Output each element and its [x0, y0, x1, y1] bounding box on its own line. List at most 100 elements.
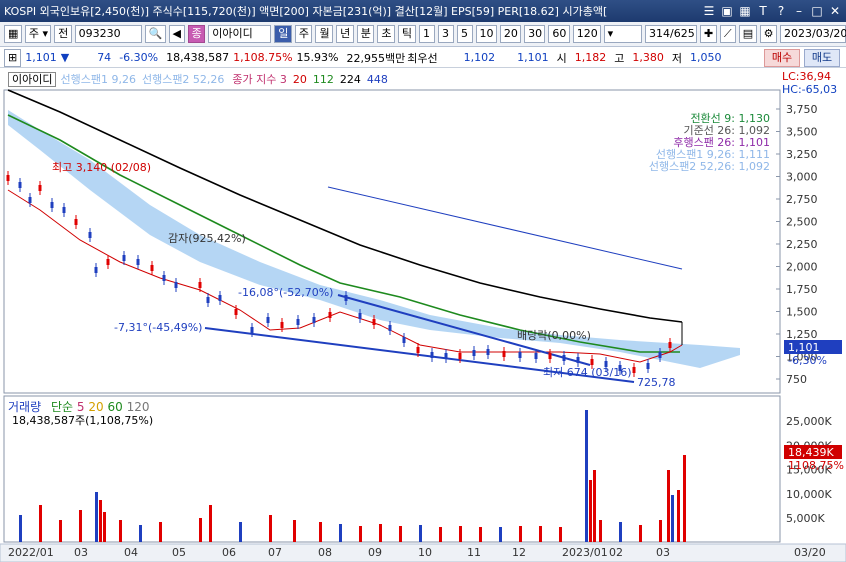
period-day[interactable]: 일: [274, 25, 292, 43]
candle-body: [388, 325, 392, 331]
period-week[interactable]: 주: [294, 25, 313, 43]
candle-body: [266, 317, 270, 323]
x-axis-right-label: 03/20: [794, 546, 826, 559]
volume-bar: [379, 524, 382, 542]
candle-body: [548, 353, 552, 359]
price-summary-bar: ⊞ 1,101 ▼ 74 -6.30% 18,438,587 1,108.75%…: [0, 48, 846, 68]
period-tick[interactable]: 틱: [397, 25, 416, 43]
candle-body: [162, 275, 166, 281]
volume-bar: [103, 512, 106, 542]
minute-10[interactable]: 10: [475, 25, 497, 43]
volume-pct-tag: 1108,75%: [788, 459, 844, 472]
volume-bar: [639, 525, 642, 542]
price-axis-label: 3,000: [786, 171, 818, 184]
tile-icon[interactable]: ▦: [737, 3, 753, 19]
candle-body: [344, 295, 348, 301]
period-year[interactable]: 년: [336, 25, 354, 43]
expand-icon[interactable]: ⊞: [4, 48, 22, 67]
volume-bar: [499, 527, 502, 542]
annotation-min: 최저 674 (03/16): [543, 366, 632, 379]
change-arrow: ▼: [60, 51, 70, 64]
volume-bar: [59, 520, 62, 542]
x-axis-label: 08: [318, 546, 332, 559]
legend-ma-224: 224: [339, 72, 361, 86]
period-month[interactable]: 월: [315, 25, 334, 43]
legend-ma-112: 112: [312, 72, 334, 86]
line-tool-icon[interactable]: ⟋: [719, 25, 736, 43]
candle-body: [150, 265, 154, 271]
volume-bar: [79, 510, 82, 542]
search-icon[interactable]: 🔍: [144, 25, 166, 43]
volume-tag-bg: [784, 445, 842, 459]
candle-body: [280, 322, 284, 328]
candle-body: [174, 282, 178, 288]
legend-stock-name[interactable]: 이아이디: [8, 71, 57, 87]
code-input[interactable]: 093230: [74, 25, 142, 43]
minute-5[interactable]: 5: [456, 25, 473, 43]
high-label: 고: [614, 51, 625, 65]
candle-body: [430, 352, 434, 358]
volume-bar: [589, 480, 592, 542]
volume-bar: [119, 520, 122, 542]
current-price-tag-bg: [784, 340, 842, 354]
volume-bar: [199, 518, 202, 542]
cursor-tool-icon[interactable]: ✚: [700, 25, 717, 43]
sell-button[interactable]: 매도: [804, 49, 840, 67]
candle-body: [576, 357, 580, 363]
buy-button[interactable]: 매수: [764, 49, 800, 67]
lc-label: LC:36,94: [782, 70, 832, 83]
volume-value: 18,438,587: [166, 51, 230, 64]
candle-body: [6, 175, 10, 181]
grid-icon[interactable]: ▦: [4, 25, 22, 43]
stock-prefix-badge: 종: [187, 25, 206, 43]
candle-body: [416, 347, 420, 353]
candle-body: [402, 337, 406, 343]
interval-select[interactable]: ▾: [603, 25, 643, 43]
minute-60[interactable]: 60: [548, 25, 570, 43]
candle-body: [218, 295, 222, 301]
prev-button[interactable]: 전: [54, 25, 72, 43]
current-pct-tag: -6,30%: [788, 354, 827, 367]
restore-icon[interactable]: ▣: [719, 3, 735, 19]
candle-body: [38, 185, 42, 191]
minute-30[interactable]: 30: [524, 25, 546, 43]
annotation-min-extra: 725,78: [637, 376, 676, 389]
help-icon[interactable]: ?: [773, 3, 789, 19]
candle-body: [562, 355, 566, 361]
price-axis-label: 2,250: [786, 238, 818, 251]
ask-value: 1,101: [517, 51, 549, 64]
volume-bar: [239, 522, 242, 542]
candle-body: [458, 353, 462, 359]
candle-body: [234, 309, 238, 315]
volume-value-text: 18,438,587주(1,108,75%): [12, 414, 154, 427]
minute-120[interactable]: 120: [572, 25, 601, 43]
x-axis-label: 2023/01: [562, 546, 608, 559]
trend-line-mid: [337, 294, 591, 366]
volume-bar: [39, 505, 42, 542]
volume-bar: [339, 524, 342, 542]
volume-bar: [209, 505, 212, 542]
maximize-icon[interactable]: □: [809, 3, 825, 19]
date-field[interactable]: 2023/03/20: [780, 25, 846, 43]
list-icon[interactable]: ☰: [701, 3, 717, 19]
minute-20[interactable]: 20: [499, 25, 522, 43]
period-type-select[interactable]: 주 ▾: [24, 25, 52, 43]
minimize-icon[interactable]: –: [791, 3, 807, 19]
text-icon[interactable]: T: [755, 3, 771, 19]
ichimoku-legend-item: 기준선 26: 1,092: [683, 124, 770, 137]
volume-axis-label: 15,000K: [786, 464, 832, 477]
minute-1[interactable]: 1: [418, 25, 435, 43]
volume-bar: [539, 526, 542, 542]
period-second[interactable]: 초: [377, 25, 395, 43]
save-icon[interactable]: ▤: [738, 25, 757, 43]
x-axis-label: 03: [656, 546, 670, 559]
annotation-trend1: -16,08°(-52,70%): [238, 286, 333, 299]
trend-line-lower: [204, 327, 635, 383]
x-axis-label: 03: [74, 546, 88, 559]
period-minute[interactable]: 분: [356, 25, 375, 43]
minute-3[interactable]: 3: [437, 25, 454, 43]
volume-icon[interactable]: ◀: [168, 25, 185, 43]
settings-icon[interactable]: ⚙: [759, 25, 778, 43]
close-icon[interactable]: ✕: [827, 3, 843, 19]
open-label: 시: [556, 51, 567, 65]
